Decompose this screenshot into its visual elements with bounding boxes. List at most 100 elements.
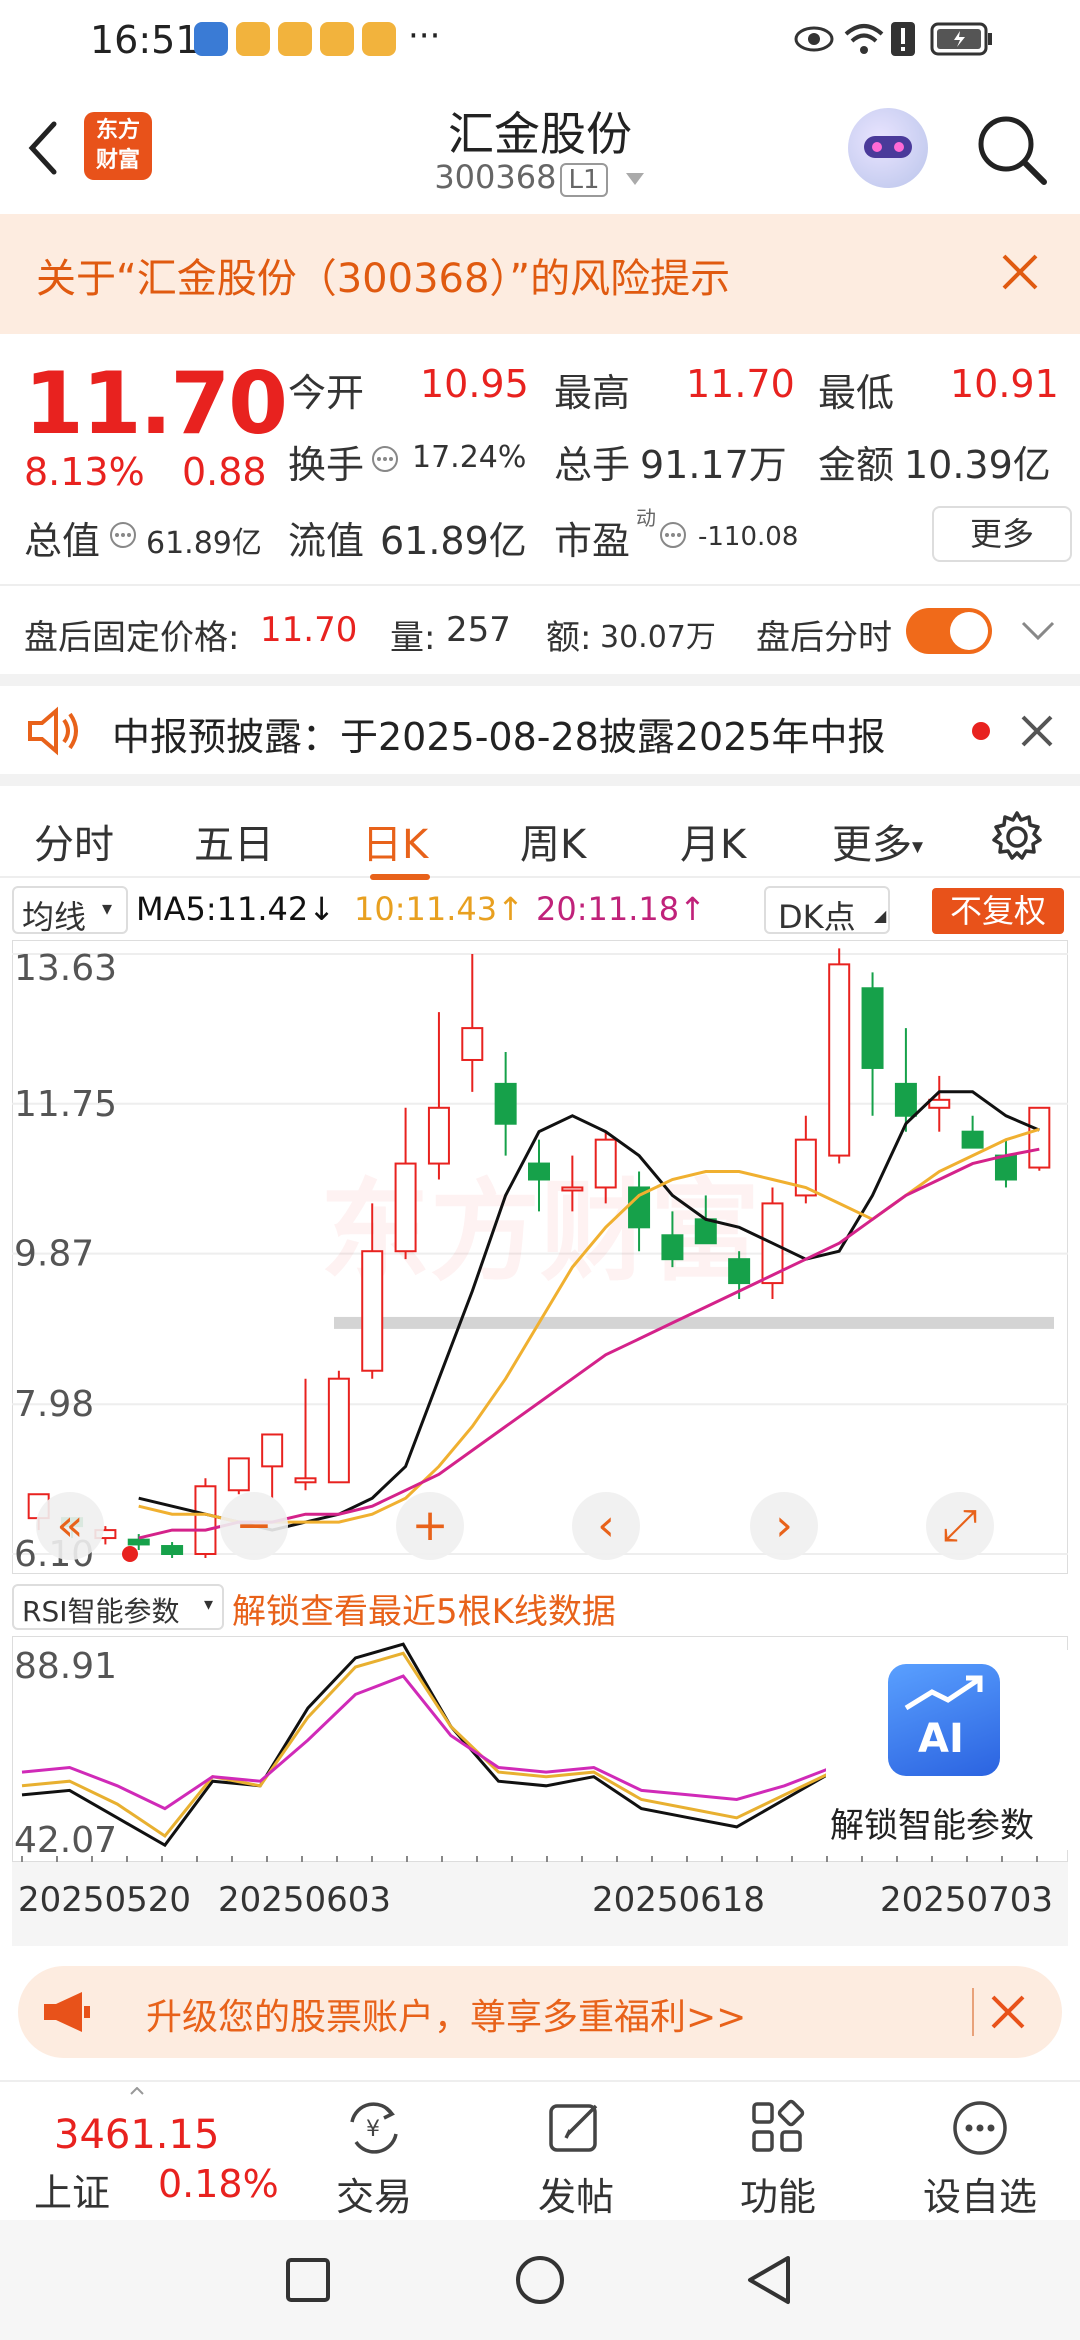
robot-assistant-icon[interactable] (848, 108, 928, 188)
more-button[interactable]: 更多 (932, 506, 1072, 562)
nav-functions[interactable]: 功能 (698, 2098, 858, 2221)
change-amount: 0.88 (182, 450, 267, 494)
market-cap-value: 61.89亿 (146, 526, 262, 561)
ai-unlock-panel[interactable]: AI 解锁智能参数 (826, 1650, 1070, 1850)
candle-body (494, 1082, 517, 1125)
candle-body (127, 1538, 150, 1546)
candle-body (728, 1258, 751, 1285)
account-upgrade-banner[interactable]: 升级您的股票账户，尊享多重福利>> (18, 1966, 1062, 2058)
current-price: 11.70 (24, 354, 288, 454)
tab-intraday[interactable]: 分时 (34, 812, 114, 870)
candle-body (561, 1186, 584, 1192)
candle-body (694, 1218, 717, 1245)
ma10-value: 10:11.43↑ (354, 890, 524, 928)
risk-warning-banner[interactable]: 关于“汇金股份（300368）”的风险提示 (0, 214, 1080, 334)
y-axis-label: 7.98 (14, 1384, 94, 1425)
tab-daily-k[interactable]: 日K (362, 812, 428, 870)
chevrons-left-icon[interactable]: « (36, 1492, 104, 1560)
pe-label: 市盈 (554, 519, 631, 563)
recent-apps-icon[interactable] (284, 2256, 332, 2304)
risk-warning-text[interactable]: 关于“汇金股份（300368）”的风险提示 (36, 246, 730, 304)
notice-bar[interactable]: 中报预披露：于2025-08-28披露2025年中报 (0, 674, 1080, 774)
close-icon[interactable] (1000, 252, 1040, 292)
candle-body (361, 1250, 384, 1372)
y-axis-label: 13.63 (14, 948, 117, 989)
candle-body (928, 1098, 951, 1109)
settings-gear-icon[interactable] (990, 810, 1044, 864)
candle-body (961, 1130, 984, 1149)
index-ticker[interactable]: 3461.15 上证 0.18% (0, 2082, 300, 2222)
after-hours-intraday-label: 盘后分时 (756, 618, 892, 658)
open-label: 今开 (288, 371, 365, 415)
date-label: 20250618 (592, 1880, 766, 1920)
account-upgrade-text[interactable]: 升级您的股票账户，尊享多重福利>> (146, 1988, 746, 2040)
chevron-down-icon[interactable] (1020, 620, 1056, 642)
moving-average-row: 均线 ▾ MA5:11.42↓ 10:11.43↑ 20:11.18↑ DK点 … (0, 878, 1080, 938)
after-hours-price: 11.70 (260, 610, 358, 650)
close-icon[interactable] (1020, 714, 1054, 748)
rsi-selector-label: RSI智能参数 (22, 1595, 180, 1628)
ma-selector[interactable]: 均线 ▾ (12, 886, 128, 936)
dk-point-label: DK点 (778, 898, 856, 936)
ma20-value: 20:11.18↑ (536, 890, 706, 928)
tab-more[interactable]: 更多▾ (832, 812, 923, 870)
search-icon[interactable] (974, 112, 1050, 188)
ai-badge: AI (918, 1716, 964, 1762)
caret-down-icon (625, 173, 644, 185)
candle-body (327, 1377, 350, 1484)
chevron-right-icon[interactable]: › (750, 1492, 818, 1560)
turnover-label: 换手 (288, 443, 365, 487)
low-value: 10.91 (950, 362, 1059, 406)
fullscreen-icon[interactable]: ⤢ (926, 1492, 994, 1560)
candle-body (1028, 1106, 1051, 1169)
after-hours-toggle[interactable] (906, 608, 992, 654)
nav-set-watchlist[interactable]: 设自选 (900, 2098, 1060, 2221)
tab-more-label: 更多 (832, 822, 912, 868)
chevron-left-icon[interactable]: ‹ (572, 1492, 640, 1560)
candle-body (427, 1106, 450, 1165)
date-label: 20250703 (880, 1880, 1054, 1920)
candle-body (461, 1027, 484, 1061)
quote-panel: 11.70 8.13% 0.88 今开 10.95 最高 11.70 最低 10… (0, 334, 1080, 584)
zoom-out-icon[interactable]: − (220, 1492, 288, 1560)
chart-tabs: 分时 五日 日K 周K 月K 更多▾ (0, 774, 1080, 880)
info-dots-icon[interactable] (108, 520, 138, 550)
date-axis: 20250520 20250603 20250618 20250703 (12, 1862, 1068, 1946)
candle-body (994, 1154, 1017, 1181)
candlestick-chart[interactable]: 东方财富13.6311.759.877.986.10«−+‹›⤢ (12, 940, 1068, 1574)
pe-value: -110.08 (698, 522, 799, 552)
volume-value: 91.17万 (640, 443, 787, 487)
candle-body (828, 963, 851, 1157)
close-icon[interactable] (990, 1994, 1026, 2030)
nav-post[interactable]: 发帖 (496, 2098, 656, 2221)
amount-value: 10.39亿 (904, 443, 1051, 487)
price-adjust-button[interactable]: 不复权 (932, 888, 1064, 934)
notice-text[interactable]: 中报预披露：于2025-08-28披露2025年中报 (112, 706, 886, 761)
back-triangle-icon[interactable] (744, 2254, 794, 2306)
tab-monthly-k[interactable]: 月K (680, 812, 746, 870)
unlock-kline-link[interactable]: 解锁查看最近5根K线数据 (232, 1584, 616, 1633)
zoom-in-icon[interactable]: + (396, 1492, 464, 1560)
after-hours-volume-label: 量: (390, 618, 436, 658)
index-change: 0.18% (158, 2162, 279, 2206)
svg-text:›: › (775, 1500, 793, 1551)
rsi-selector[interactable]: RSI智能参数 ▾ (12, 1584, 224, 1630)
float-cap-label: 流值 (288, 519, 365, 563)
info-dots-icon[interactable] (370, 444, 400, 474)
eye-icon (794, 26, 834, 52)
ai-unlock-label: 解锁智能参数 (830, 1806, 1034, 1846)
high-label: 最高 (554, 371, 631, 415)
signal-dot (122, 1546, 138, 1562)
ma-selector-label: 均线 (22, 898, 87, 936)
rsi-y-label: 88.91 (14, 1646, 117, 1687)
support-band (334, 1316, 1054, 1329)
tab-weekly-k[interactable]: 周K (520, 812, 586, 870)
ai-params-icon: AI (888, 1664, 1000, 1776)
dk-point-selector[interactable]: DK点 ◢ (764, 886, 890, 936)
low-label: 最低 (818, 371, 895, 415)
home-icon[interactable] (514, 2254, 566, 2306)
nav-trade[interactable]: ¥ 交易 (294, 2098, 454, 2221)
tab-five-day[interactable]: 五日 (194, 812, 274, 870)
info-dots-icon[interactable] (658, 520, 688, 550)
weibo-notification-icon (278, 22, 312, 56)
